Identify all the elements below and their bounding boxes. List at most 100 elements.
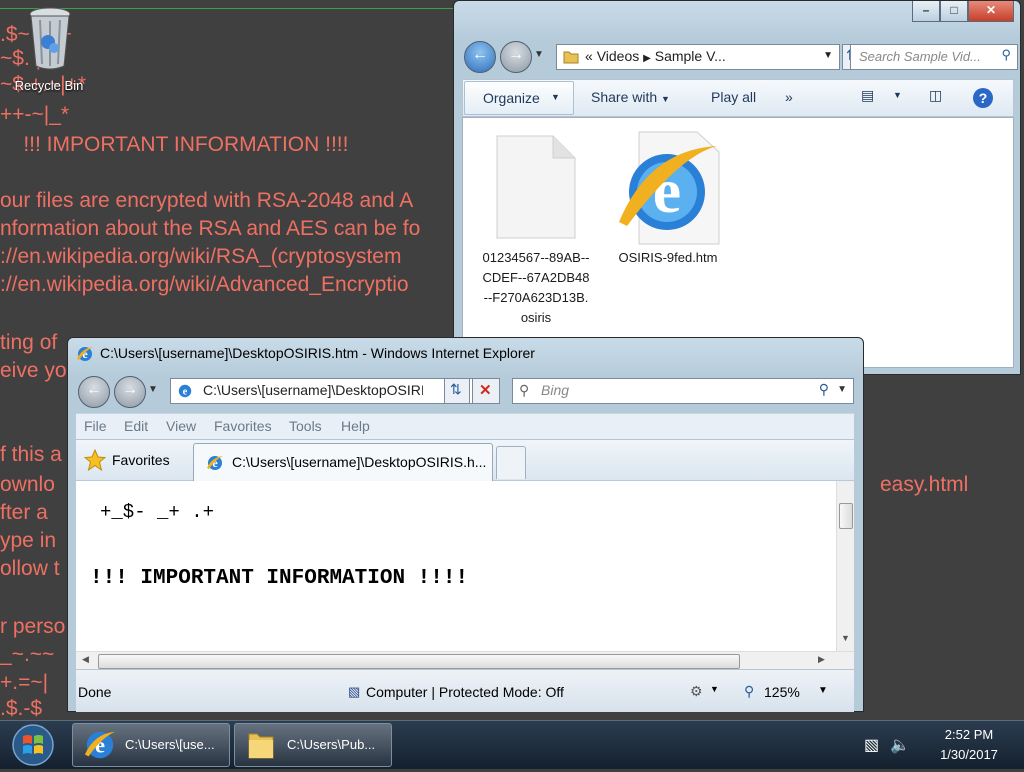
- change-view-icon[interactable]: ▤: [861, 87, 874, 104]
- zoom-icon[interactable]: ⚲: [744, 683, 754, 700]
- file-name: OSIRIS-9fed.htm: [618, 250, 718, 265]
- horizontal-scroll-thumb[interactable]: [98, 654, 740, 669]
- maximize-button[interactable]: □: [940, 1, 968, 22]
- protected-mode-icon[interactable]: ⚙: [690, 683, 703, 700]
- view-options-chevron-icon[interactable]: ▼: [893, 90, 902, 100]
- address-dropdown-icon[interactable]: ▼: [823, 50, 833, 61]
- wallpaper-line: _~.~~: [0, 643, 55, 666]
- stop-icon: ✕: [479, 382, 492, 399]
- share-with-button[interactable]: Share with ▼: [591, 89, 670, 105]
- folder-icon: [248, 733, 274, 759]
- back-button[interactable]: ←: [464, 41, 496, 73]
- back-button[interactable]: ←: [78, 376, 110, 408]
- scroll-down-icon[interactable]: ▼: [841, 633, 850, 643]
- new-tab-button[interactable]: [496, 446, 526, 479]
- recent-pages-chevron-icon[interactable]: ▼: [534, 49, 544, 60]
- help-icon[interactable]: ?: [973, 88, 993, 108]
- security-zone-text[interactable]: Computer | Protected Mode: Off: [366, 684, 564, 700]
- explorer-caption-buttons: – □ ✕: [912, 1, 1014, 23]
- play-all-button[interactable]: Play all: [711, 89, 756, 105]
- ie-search-placeholder: Bing: [541, 382, 570, 398]
- ie-search-input[interactable]: ⚲ Bing ⚲ ▼: [512, 378, 854, 404]
- vertical-scroll-thumb[interactable]: [839, 503, 853, 529]
- forward-button[interactable]: →: [500, 41, 532, 73]
- arrow-right-icon: →: [508, 46, 524, 63]
- menu-file[interactable]: File: [84, 418, 107, 434]
- explorer-search-placeholder: Search Sample Vid...: [859, 49, 981, 64]
- more-commands-button[interactable]: »: [785, 89, 793, 105]
- breadcrumb-videos[interactable]: Videos: [597, 48, 640, 64]
- file-item[interactable]: 01234567--89AB--CDEF--67A2DB48--F270A623…: [481, 134, 591, 328]
- search-go-icon[interactable]: ⚲: [819, 381, 829, 398]
- menu-edit[interactable]: Edit: [124, 418, 148, 434]
- ie-menu-bar: File Edit View Favorites Tools Help: [76, 413, 854, 440]
- volume-icon[interactable]: 🔈: [890, 735, 910, 755]
- menu-favorites[interactable]: Favorites: [214, 418, 272, 434]
- explorer-search-input[interactable]: Search Sample Vid... ⚲: [850, 44, 1018, 70]
- taskbar-explorer-label: C:\Users\Pub...: [287, 737, 376, 752]
- stop-button[interactable]: ✕: [472, 378, 500, 404]
- favorites-button[interactable]: Favorites: [82, 446, 182, 474]
- wallpaper-line: our files are encrypted with RSA-2048 an…: [0, 189, 414, 212]
- menu-tools[interactable]: Tools: [289, 418, 322, 434]
- organize-button[interactable]: Organize ▼: [464, 81, 574, 115]
- ie-window-title: C:\Users\[username]\DesktopOSIRIS.htm - …: [100, 345, 535, 361]
- minimize-button[interactable]: –: [912, 1, 940, 22]
- network-icon[interactable]: ▧: [864, 735, 879, 755]
- zoom-dropdown-icon[interactable]: ▼: [818, 685, 828, 696]
- explorer-command-bar: Organize ▼ Share with ▼ Play all » ▤ ▼ ◫…: [462, 79, 1014, 117]
- breadcrumb-sample-videos[interactable]: Sample V...: [655, 48, 726, 64]
- search-options-chevron-icon[interactable]: ▼: [837, 384, 847, 395]
- clock-time[interactable]: 2:52 PM: [929, 727, 1009, 742]
- scroll-right-icon[interactable]: ▶: [818, 654, 825, 665]
- refresh-button[interactable]: ⇅: [444, 378, 470, 404]
- wallpaper-line: r perso: [0, 615, 66, 638]
- recycle-bin-label: Recycle Bin: [14, 78, 84, 93]
- search-icon[interactable]: ⚲: [1001, 47, 1011, 63]
- clock-date[interactable]: 1/30/2017: [929, 747, 1009, 762]
- wallpaper-line: .$.-$: [0, 697, 43, 720]
- wallpaper-line: ownlo: [0, 473, 55, 496]
- breadcrumb-prefix[interactable]: «: [585, 48, 593, 64]
- zoom-level[interactable]: 125%: [764, 684, 800, 700]
- breadcrumb-separator-icon[interactable]: ▶: [643, 53, 651, 64]
- refresh-icon: ⇅: [450, 381, 462, 397]
- wallpaper-line: f this a: [0, 443, 62, 466]
- explorer-address-bar[interactable]: « Videos ▶ Sample V... ▼: [556, 44, 840, 70]
- wallpaper-line: fter a: [0, 501, 48, 524]
- favorites-label: Favorites: [112, 452, 170, 468]
- wallpaper-line: ++-~|_*: [0, 103, 70, 126]
- explorer-window[interactable]: –□✕ ← → ▼ « Videos ▶ Sample V... ▼ ⇅ Sea…: [453, 0, 1021, 375]
- security-chevron-icon[interactable]: ▼: [710, 684, 719, 694]
- vertical-scrollbar[interactable]: ▼: [836, 481, 854, 651]
- ie-window[interactable]: e C:\Users\[username]\DesktopOSIRIS.htm …: [67, 337, 864, 712]
- wallpaper-fragment: easy.html: [880, 473, 969, 496]
- forward-button[interactable]: →: [114, 376, 146, 408]
- menu-view[interactable]: View: [166, 418, 196, 434]
- start-button[interactable]: [8, 723, 58, 767]
- ie-address-text: C:\Users\[username]\DesktopOSIRIS.htm: [203, 382, 423, 398]
- taskbar-ie-button[interactable]: e C:\Users\[use...: [72, 723, 230, 767]
- ie-page-content: +_$- _+ .+ !!! IMPORTANT INFORMATION !!!…: [76, 481, 854, 651]
- recent-pages-chevron-icon[interactable]: ▼: [148, 384, 158, 395]
- preview-pane-icon[interactable]: ◫: [929, 87, 942, 104]
- horizontal-scrollbar[interactable]: ◀ ▶: [76, 651, 854, 670]
- scroll-left-icon[interactable]: ◀: [82, 654, 89, 665]
- page-heading: !!! IMPORTANT INFORMATION !!!!: [90, 567, 469, 590]
- page-ascii-art: +_$- _+ .+: [100, 501, 215, 523]
- arrow-right-icon: →: [122, 381, 138, 398]
- wallpaper-line: +.=~|: [0, 671, 49, 694]
- recycle-bin[interactable]: Recycle Bin: [6, 6, 92, 98]
- wallpaper-line: ://en.wikipedia.org/wiki/RSA_(cryptosyst…: [0, 245, 402, 268]
- close-button[interactable]: ✕: [968, 1, 1014, 22]
- ie-tab-title: C:\Users\[username]\DesktopOSIRIS.h...: [232, 454, 487, 470]
- blank-file-icon: [496, 135, 576, 239]
- taskbar-explorer-button[interactable]: C:\Users\Pub...: [234, 723, 392, 767]
- ie-tab[interactable]: e C:\Users\[username]\DesktopOSIRIS.h...: [193, 443, 493, 481]
- menu-help[interactable]: Help: [341, 418, 370, 434]
- file-item[interactable]: e OSIRIS-9fed.htm: [607, 130, 729, 268]
- star-icon: [84, 449, 106, 471]
- ie-nav-bar: ← → ▼ e C:\Users\[username]\DesktopOSIRI…: [76, 374, 854, 408]
- folder-icon: [563, 51, 579, 64]
- windows-logo-icon: [12, 724, 54, 766]
